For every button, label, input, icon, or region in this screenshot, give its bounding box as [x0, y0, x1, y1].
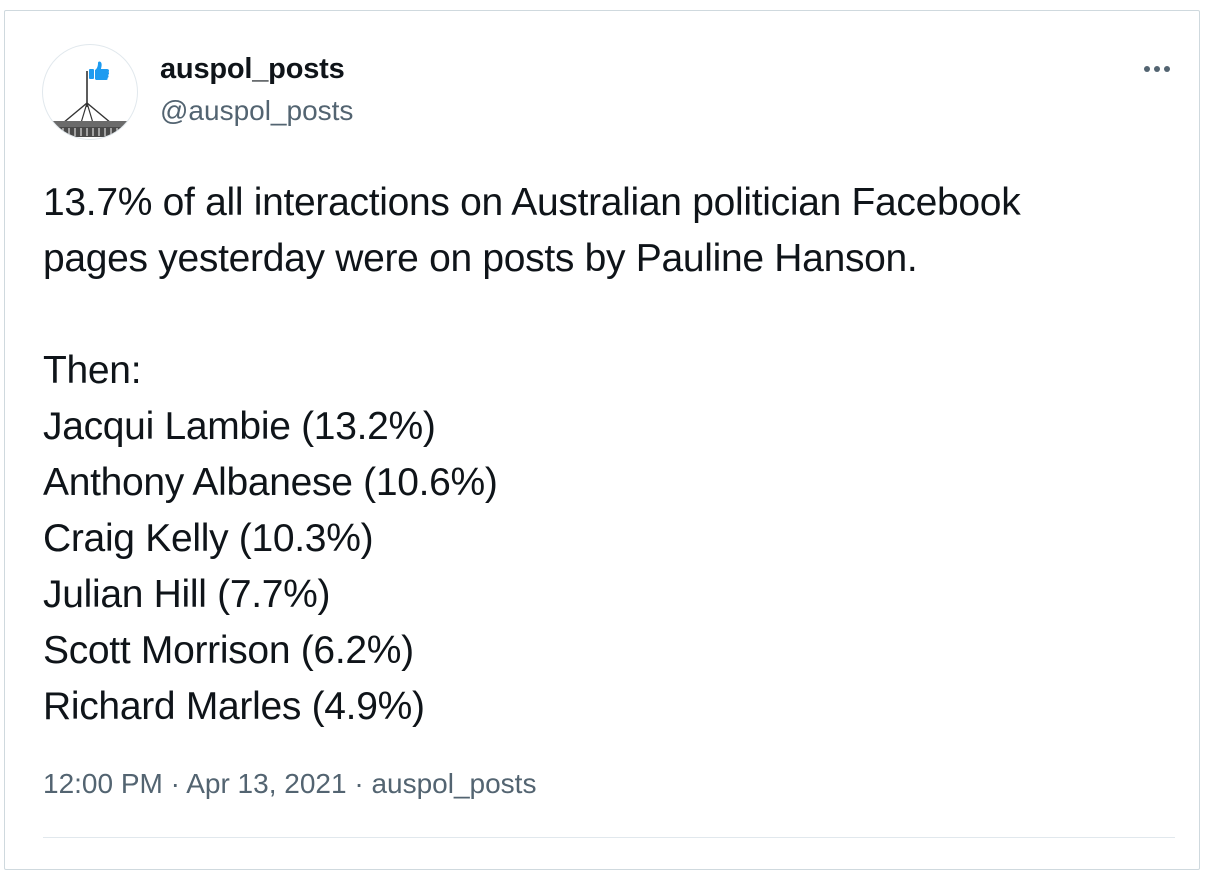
tweet-line: Anthony Albanese (10.6%)	[43, 461, 498, 504]
tweet-time: 12:00 PM	[43, 768, 163, 799]
tweet-line: pages yesterday were on posts by Pauline…	[43, 237, 918, 280]
tweet-line: Craig Kelly (10.3%)	[43, 517, 374, 560]
more-options-icon	[1144, 66, 1170, 72]
parliament-house-thumbs-up-icon	[49, 61, 131, 137]
meta-separator: ·	[162, 768, 187, 799]
display-name[interactable]: auspol_posts	[160, 53, 345, 86]
tweet-line: 13.7% of all interactions on Australian …	[43, 181, 1021, 224]
meta-separator: ·	[346, 768, 372, 799]
user-handle[interactable]: @auspol_posts	[160, 95, 353, 127]
tweet-text: 13.7% of all interactions on Australian …	[43, 175, 1183, 735]
tweet-metadata: 12:00 PM · Apr 13, 2021 · auspol_posts	[43, 768, 536, 800]
tweet-line: Julian Hill (7.7%)	[43, 573, 331, 616]
tweet-line: Jacqui Lambie (13.2%)	[43, 405, 436, 448]
avatar[interactable]	[42, 44, 138, 140]
tweet-line: Scott Morrison (6.2%)	[43, 629, 414, 672]
tweet-source-link[interactable]: auspol_posts	[371, 768, 536, 799]
tweet-line: Then:	[43, 349, 142, 392]
divider	[43, 837, 1175, 838]
tweet-card: auspol_posts @auspol_posts 13.7% of all …	[4, 10, 1200, 870]
paragraph-break	[43, 287, 1183, 343]
more-options-button[interactable]	[1133, 55, 1181, 83]
tweet-timestamp-link[interactable]: 12:00 PM · Apr 13, 2021	[43, 768, 347, 799]
tweet-line: Richard Marles (4.9%)	[43, 685, 425, 728]
tweet-date: Apr 13, 2021	[186, 768, 347, 799]
